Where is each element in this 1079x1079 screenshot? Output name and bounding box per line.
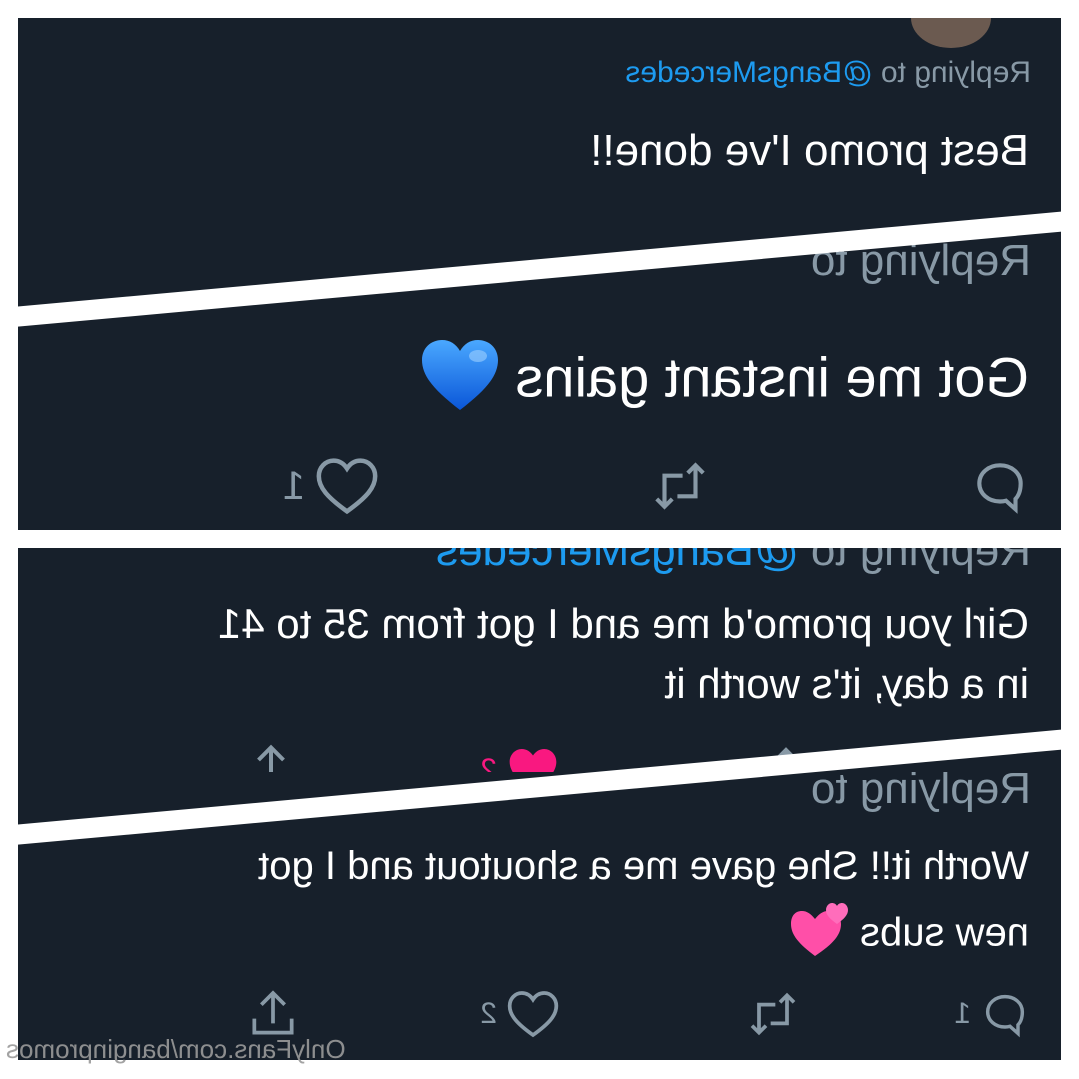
reply-line: Replying to @BangsMercedes: [625, 56, 1031, 90]
like-count: 2: [480, 997, 497, 1030]
tweet-text-content: Got me instant gains: [515, 345, 1029, 409]
tweet-text-line2: in a day, it's worth it: [664, 660, 1029, 707]
like-button[interactable]: 2: [480, 984, 561, 1044]
retweet-icon: [655, 462, 705, 510]
tweet-text: Best promo I've done!!: [590, 126, 1029, 175]
tweet-text-line2-content: new subs: [860, 910, 1029, 955]
reply-handle[interactable]: @BangsMercedes: [625, 56, 872, 89]
like-count: 1: [282, 463, 305, 508]
reply-line: Replying to @BangsMercedes: [436, 548, 1031, 576]
retweet-button[interactable]: [745, 984, 801, 1044]
reply-icon: [977, 463, 1023, 514]
reply-icon: [985, 994, 1025, 1038]
collage: Replying to @BangsMercedes Best promo I'…: [0, 0, 1079, 1079]
reply-prefix: Replying to: [880, 56, 1031, 89]
reply-line: Replying to: [811, 772, 1031, 814]
reply-button[interactable]: 1: [954, 984, 1031, 1044]
tweet-text-line2: new subs: [790, 902, 1029, 968]
reply-count: 1: [954, 997, 971, 1030]
reply-handle[interactable]: @BangsMercedes: [436, 548, 799, 575]
reply-prefix: Replying to: [810, 548, 1031, 575]
divider-2: [0, 530, 1079, 548]
tweet-text: Got me instant gains: [420, 338, 1029, 425]
tweet-actions: 1: [18, 456, 1061, 516]
tweet-text-line1: Worth it!! She gave me a shoutout and I …: [258, 844, 1029, 888]
like-icon: [507, 991, 559, 1038]
reply-prefix: Replying to: [810, 772, 1031, 813]
watermark: OnlyFans.com/banginpromos: [6, 1034, 346, 1064]
like-button[interactable]: 1: [283, 456, 381, 516]
blue-heart-emoji: [420, 338, 500, 425]
like-icon: [316, 458, 378, 515]
tweet-text-line1: Girl you promo'd me and I got from 35 to…: [217, 600, 1029, 647]
reply-button[interactable]: [969, 456, 1031, 516]
retweet-icon: [750, 992, 796, 1036]
two-hearts-emoji: [790, 902, 849, 968]
retweet-button[interactable]: [649, 456, 711, 516]
